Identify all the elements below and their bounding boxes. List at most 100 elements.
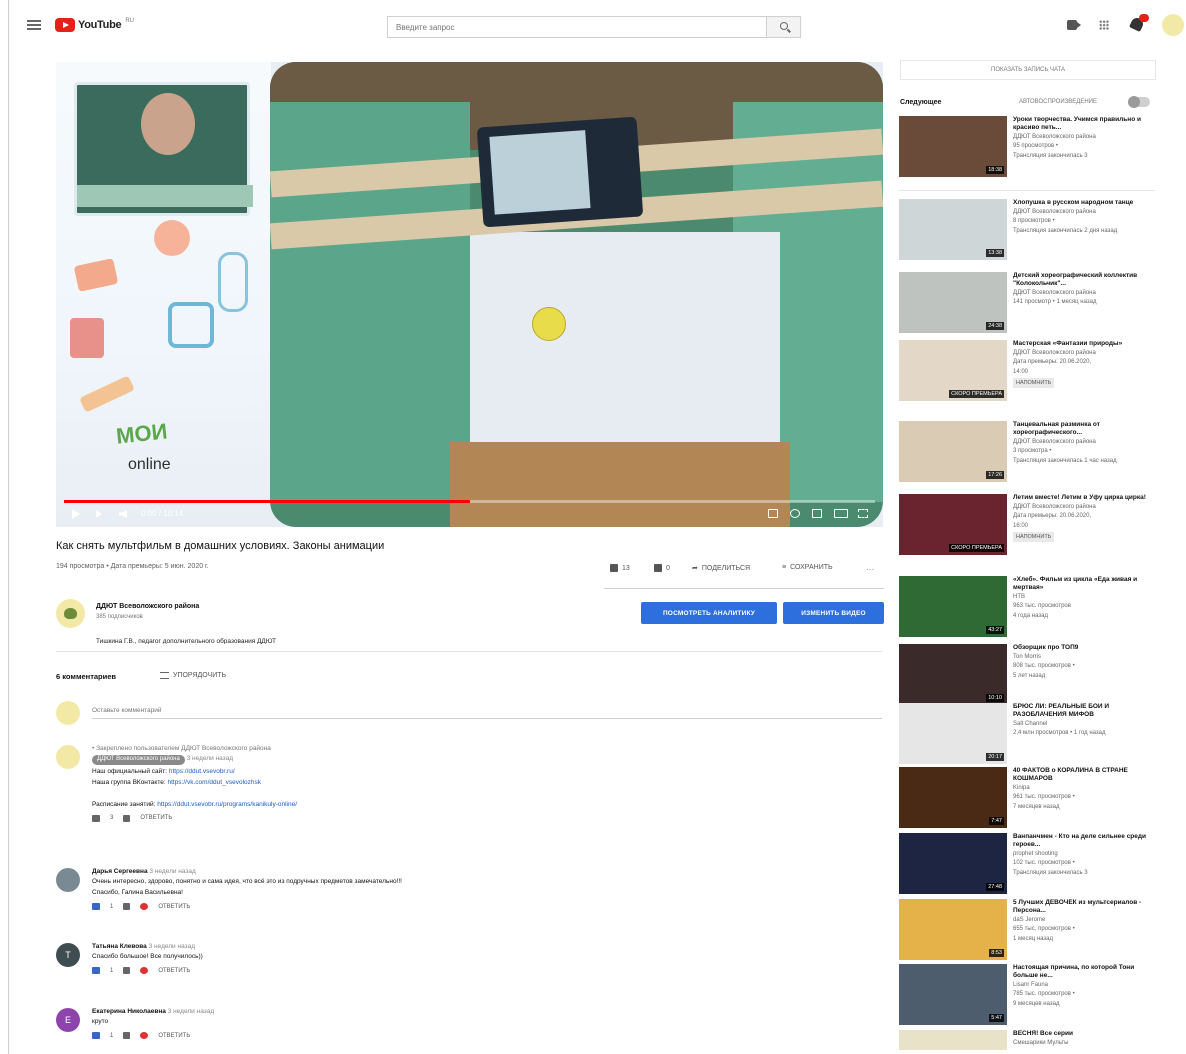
video-title[interactable]: 5 Лучших ДЕВОЧЕК из мультсериалов - Перс… xyxy=(1013,899,1153,915)
video-title[interactable]: Обзорщик про ТОП9 xyxy=(1013,644,1153,652)
apps-icon[interactable] xyxy=(1099,20,1109,30)
dislike-icon[interactable] xyxy=(123,967,131,975)
video-thumbnail[interactable]: 13:38 xyxy=(899,199,1007,260)
play-icon[interactable] xyxy=(72,509,80,519)
search-button[interactable] xyxy=(766,17,800,37)
video-title[interactable]: ВЕСНЯ! Все серии xyxy=(1013,1030,1153,1038)
view-analytics-button[interactable]: ПОСМОТРЕТЬ АНАЛИТИКУ xyxy=(641,602,777,624)
video-thumbnail[interactable] xyxy=(899,1030,1007,1050)
comment-vk-link[interactable]: https://vk.com/ddut_vsevolozhsk xyxy=(167,779,261,786)
video-player[interactable]: МОИ online 0:00 / 10:14 xyxy=(56,62,883,527)
video-title[interactable]: Уроки творчества. Учимся правильно и кра… xyxy=(1013,116,1153,132)
video-channel[interactable]: Смешарики Мульты xyxy=(1013,1040,1153,1047)
video-thumbnail[interactable]: 5:47 xyxy=(899,964,1007,1025)
sort-comments-button[interactable]: УПОРЯДОЧИТЬ xyxy=(160,672,226,679)
video-channel[interactable]: ДДЮТ Всеволожского района xyxy=(1013,134,1153,141)
comment-time[interactable]: 3 недели назад xyxy=(149,943,195,950)
dislike-icon[interactable] xyxy=(123,814,131,822)
video-channel[interactable]: НТВ xyxy=(1013,594,1153,601)
video-title[interactable]: «Хлеб». Фильм из цикла «Еда живая и мерт… xyxy=(1013,576,1153,592)
like-icon[interactable] xyxy=(92,967,100,975)
video-thumbnail[interactable]: 20:17 xyxy=(899,703,1007,764)
video-channel[interactable]: Kinipa xyxy=(1013,785,1153,792)
channel-name[interactable]: ДДЮТ Всеволожского района xyxy=(96,603,199,610)
commenter-avatar[interactable] xyxy=(56,868,80,892)
miniplayer-icon[interactable] xyxy=(812,509,822,518)
video-thumbnail[interactable]: 43:27 xyxy=(899,576,1007,637)
reply-button[interactable]: ОТВЕТИТЬ xyxy=(158,1033,190,1039)
menu-icon[interactable] xyxy=(27,20,41,30)
save-button[interactable]: ≡ СОХРАНИТЬ xyxy=(782,564,833,571)
video-title[interactable]: Хлопушка в русском народном танце xyxy=(1013,199,1153,207)
remind-button[interactable]: НАПОМНИТЬ xyxy=(1013,377,1055,388)
subtitles-icon[interactable] xyxy=(768,509,778,518)
search-input[interactable] xyxy=(388,17,766,37)
comment-time[interactable]: 3 недели назад xyxy=(168,1008,214,1015)
comment-author[interactable]: Екатерина Николаевна xyxy=(92,1008,166,1015)
theater-mode-icon[interactable] xyxy=(834,509,848,518)
edit-video-button[interactable]: ИЗМЕНИТЬ ВИДЕО xyxy=(783,602,884,624)
video-channel[interactable]: ДДЮТ Всеволожского района xyxy=(1013,439,1153,446)
share-button[interactable]: ➦ ПОДЕЛИТЬСЯ xyxy=(692,564,750,573)
dislike-icon[interactable] xyxy=(123,1032,131,1040)
video-channel[interactable]: Salt Channel xyxy=(1013,721,1153,728)
video-channel[interactable]: Ton Morris xyxy=(1013,654,1153,661)
volume-icon[interactable] xyxy=(119,510,127,518)
commenter-avatar[interactable] xyxy=(56,745,80,769)
video-thumbnail[interactable]: 18:38 xyxy=(899,116,1007,177)
youtube-logo[interactable]: YouTube RU xyxy=(55,16,134,34)
video-thumbnail[interactable]: 10:10 xyxy=(899,644,1007,705)
like-icon[interactable] xyxy=(92,903,100,911)
comment-author[interactable]: Дарья Сергеевна xyxy=(92,868,148,875)
video-title[interactable]: Мастерская «Фантазии природы» xyxy=(1013,340,1153,348)
video-channel[interactable]: Lisanr Fauna xyxy=(1013,982,1153,989)
comment-schedule-link[interactable]: https://ddut.vsevobr.ru/programs/kanikul… xyxy=(157,801,297,808)
video-title[interactable]: Детский хореографический коллектив "Коло… xyxy=(1013,272,1153,288)
video-thumbnail[interactable]: 7:47 xyxy=(899,767,1007,828)
like-icon[interactable] xyxy=(92,814,100,822)
dislike-button[interactable]: 0 xyxy=(654,564,670,572)
settings-icon[interactable] xyxy=(790,509,800,518)
video-title[interactable]: Ванпанчмен - Кто на деле сильнее среди г… xyxy=(1013,833,1153,849)
commenter-avatar[interactable]: Е xyxy=(56,1008,80,1032)
video-channel[interactable]: ДДЮТ Всеволожского района xyxy=(1013,504,1153,511)
remind-button[interactable]: НАПОМНИТЬ xyxy=(1013,531,1055,542)
video-channel[interactable]: ДДЮТ Всеволожского района xyxy=(1013,290,1153,297)
video-title[interactable]: 40 ФАКТОВ о КОРАЛИНА В СТРАНЕ КОШМАРОВ xyxy=(1013,767,1153,783)
add-comment-input[interactable] xyxy=(92,703,882,719)
video-channel[interactable]: daS Jerome xyxy=(1013,917,1153,924)
video-thumbnail[interactable]: СКОРО ПРЕМЬЕРА xyxy=(899,494,1007,555)
comment-author[interactable]: Татьяна Клевова xyxy=(92,943,147,950)
video-title[interactable]: Летим вместе! Летим в Уфу цирка цирка! xyxy=(1013,494,1153,502)
comment-time[interactable]: 3 недели назад xyxy=(149,868,195,875)
reply-button[interactable]: ОТВЕТИТЬ xyxy=(158,968,190,974)
video-thumbnail[interactable]: 8:53 xyxy=(899,899,1007,960)
reply-button[interactable]: ОТВЕТИТЬ xyxy=(140,815,172,821)
show-chat-replay-button[interactable]: ПОКАЗАТЬ ЗАПИСЬ ЧАТА xyxy=(900,60,1156,80)
video-thumbnail[interactable]: 24:38 xyxy=(899,272,1007,333)
fullscreen-icon[interactable] xyxy=(858,509,868,518)
video-title[interactable]: Настоящая причина, по которой Тони больш… xyxy=(1013,964,1153,980)
comment-time[interactable]: 3 недели назад xyxy=(187,755,233,762)
account-avatar[interactable] xyxy=(1162,14,1184,36)
like-icon[interactable] xyxy=(92,1032,100,1040)
dislike-icon[interactable] xyxy=(123,903,131,911)
more-actions-icon[interactable]: ... xyxy=(866,562,874,573)
video-thumbnail[interactable]: 17:26 xyxy=(899,421,1007,482)
video-thumbnail[interactable]: 27:48 xyxy=(899,833,1007,894)
reply-button[interactable]: ОТВЕТИТЬ xyxy=(158,904,190,910)
video-channel[interactable]: prophet shooting xyxy=(1013,851,1153,858)
like-button[interactable]: 13 xyxy=(610,564,630,572)
video-title[interactable]: Танцевальная разминка от хореографическо… xyxy=(1013,421,1153,437)
autoplay-toggle[interactable] xyxy=(1128,96,1150,108)
video-channel[interactable]: ДДЮТ Всеволожского района xyxy=(1013,209,1153,216)
video-title[interactable]: БРЮС ЛИ: РЕАЛЬНЫЕ БОИ И РАЗОБЛАЧЕНИЯ МИФ… xyxy=(1013,703,1153,719)
author-tag[interactable]: ДДЮТ Всеволожского района xyxy=(92,755,185,765)
comment-site-link[interactable]: https://ddut.vsevobr.ru/ xyxy=(169,768,235,775)
commenter-avatar[interactable]: Т xyxy=(56,943,80,967)
video-channel[interactable]: ДДЮТ Всеволожского района xyxy=(1013,350,1153,357)
channel-avatar[interactable] xyxy=(56,599,85,628)
video-thumbnail[interactable]: СКОРО ПРЕМЬЕРА xyxy=(899,340,1007,401)
create-video-icon[interactable] xyxy=(1067,20,1081,30)
next-icon[interactable] xyxy=(96,510,102,518)
